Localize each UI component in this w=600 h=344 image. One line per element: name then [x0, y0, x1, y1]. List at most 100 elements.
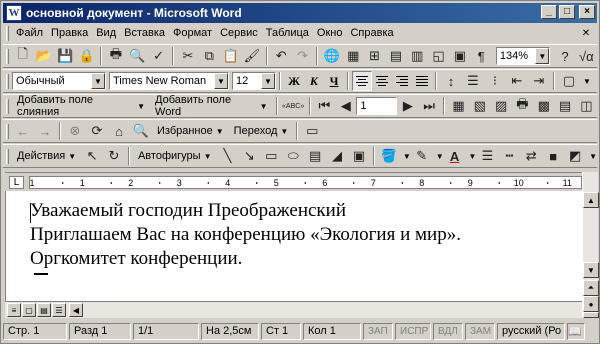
insert-table-icon[interactable]: ⊞ — [364, 45, 385, 67]
record-number-input[interactable]: 1 — [356, 97, 398, 115]
menu-edit[interactable]: Правка — [47, 25, 92, 42]
justify-icon[interactable] — [412, 71, 432, 91]
horizontal-scrollbar[interactable]: ≡ ▢ ▤ ☰ ◀ — [5, 301, 582, 318]
document-page[interactable]: Уважаемый господин Преображенский Пригла… — [5, 191, 582, 301]
print-preview-icon[interactable]: 🔍 — [127, 45, 148, 67]
zoom-combo[interactable]: 134% ▼ — [495, 47, 551, 65]
menu-view[interactable]: Вид — [92, 25, 120, 42]
chevron-down-icon[interactable]: ▼ — [469, 152, 477, 161]
document-line[interactable]: Приглашаем Вас на конференцию «Экология … — [30, 223, 461, 247]
chevron-down-icon[interactable]: ▼ — [589, 152, 597, 161]
menu-insert[interactable]: Вставка — [120, 25, 169, 42]
status-track-changes[interactable]: ИСПР — [395, 322, 431, 340]
font-size-combo[interactable]: 12 ▼ — [232, 72, 276, 90]
copy-icon[interactable]: ⧉ — [199, 45, 220, 67]
check-errors-icon[interactable]: ▧ — [469, 95, 490, 117]
toolbar-grip[interactable] — [6, 148, 9, 164]
outline-view-icon[interactable]: ☰ — [52, 303, 66, 317]
free-rotate-icon[interactable]: ↻ — [103, 145, 125, 167]
paste-icon[interactable]: 📋 — [220, 45, 241, 67]
align-right-icon[interactable] — [392, 71, 412, 91]
equation-icon[interactable]: √α — [576, 45, 597, 67]
menu-file[interactable]: Файл — [12, 25, 47, 42]
arrow-style-icon[interactable]: ⇄ — [520, 145, 542, 167]
merge-to-document-icon[interactable]: ▨ — [490, 95, 511, 117]
cut-icon[interactable]: ✂ — [177, 45, 198, 67]
rectangle-icon[interactable]: ▭ — [260, 145, 282, 167]
shadow-icon[interactable]: ■ — [542, 145, 564, 167]
edit-data-source-icon[interactable]: ◫ — [576, 95, 597, 117]
horizontal-ruler[interactable]: L 1 1 2 3 4 5 6 7 8 9 10 11 — [5, 172, 582, 191]
drawing-icon[interactable]: ◱ — [428, 45, 449, 67]
decrease-indent-icon[interactable]: ⇤ — [506, 70, 528, 92]
toolbar-grip[interactable] — [6, 98, 9, 114]
print-layout-icon[interactable]: ▤ — [37, 303, 51, 317]
menu-help[interactable]: Справка — [346, 25, 397, 42]
fill-color-icon[interactable]: 🪣 — [378, 145, 400, 167]
query-options-icon[interactable]: ▤ — [554, 95, 575, 117]
scroll-left-icon[interactable]: ◀ — [69, 303, 83, 317]
autoshapes-button[interactable]: Автофигуры ▼ — [133, 146, 217, 166]
open-folder-icon[interactable]: 📂 — [33, 45, 54, 67]
vertical-scrollbar[interactable]: ▲ ▼ ⏶ ● — [582, 172, 599, 318]
columns-icon[interactable]: ▥ — [407, 45, 428, 67]
previous-record-icon[interactable]: ◀ — [335, 95, 356, 117]
chevron-down-icon[interactable]: ▼ — [436, 152, 444, 161]
tables-borders-icon[interactable]: ▦ — [343, 45, 364, 67]
toolbar-grip[interactable] — [6, 48, 9, 64]
maximize-button[interactable]: □ — [559, 5, 575, 19]
menu-window[interactable]: Окно — [313, 25, 347, 42]
first-record-icon[interactable]: ⏮ — [314, 95, 335, 117]
document-line[interactable]: Уважаемый господин Преображенский — [30, 199, 461, 223]
mail-merge-helper-icon[interactable]: ▦ — [448, 95, 469, 117]
dash-style-icon[interactable]: ┅ — [498, 145, 520, 167]
normal-view-icon[interactable]: ≡ — [7, 303, 21, 317]
menubar-grip[interactable] — [6, 26, 9, 41]
chevron-down-icon[interactable]: ▼ — [403, 152, 411, 161]
text-box-icon[interactable]: ▤ — [304, 145, 326, 167]
increase-indent-icon[interactable]: ⇥ — [528, 70, 550, 92]
align-left-icon[interactable] — [352, 71, 372, 91]
new-document-icon[interactable]: 🗋 — [12, 45, 33, 67]
arrow-icon[interactable]: ↘ — [238, 145, 260, 167]
help-icon[interactable]: ? — [554, 45, 575, 67]
home-icon[interactable]: ⌂ — [108, 120, 130, 142]
show-hide-pilcrow-icon[interactable]: ¶ — [471, 45, 492, 67]
go-button[interactable]: Переход ▼ — [229, 121, 294, 141]
border-icon[interactable]: ▢ — [558, 70, 580, 92]
3d-icon[interactable]: ◩ — [564, 145, 586, 167]
line-style-icon[interactable]: ☰ — [476, 145, 498, 167]
menu-table[interactable]: Таблица — [262, 25, 313, 42]
line-spacing-icon[interactable]: ↕ — [440, 70, 462, 92]
next-page-icon[interactable] — [583, 312, 599, 318]
ruler-scale[interactable]: 1 1 2 3 4 5 6 7 8 9 10 11 — [29, 176, 582, 189]
document-body[interactable]: Уважаемый господин Преображенский Пригла… — [30, 199, 461, 271]
forward-arrow-icon[interactable]: → — [34, 120, 56, 142]
bold-button[interactable]: Ж — [284, 71, 304, 91]
bullets-icon[interactable]: ⁝ — [484, 70, 506, 92]
document-map-icon[interactable]: ▣ — [449, 45, 470, 67]
spelling-status-icon[interactable]: 📖 — [567, 322, 585, 340]
chevron-down-icon[interactable]: ▼ — [535, 48, 550, 64]
minimize-button[interactable]: _ — [541, 5, 557, 19]
document-line[interactable]: Оргкомитет конференции. — [30, 247, 461, 271]
previous-page-icon[interactable]: ⏶ — [583, 280, 599, 296]
select-objects-icon[interactable]: ↖ — [81, 145, 103, 167]
view-merged-data-icon[interactable]: «ABC» — [281, 95, 306, 117]
insert-excel-icon[interactable]: ▤ — [385, 45, 406, 67]
tab-stop-selector[interactable]: L — [9, 176, 24, 189]
actions-button[interactable]: Действия ▼ — [12, 146, 81, 166]
line-color-icon[interactable]: ✎ — [411, 145, 433, 167]
redo-icon[interactable]: ↷ — [292, 45, 313, 67]
word-app-icon[interactable]: W — [6, 5, 22, 21]
search-web-icon[interactable]: 🔍 — [130, 120, 152, 142]
permission-icon[interactable]: 🔒 — [76, 45, 97, 67]
oval-icon[interactable]: ⬭ — [282, 145, 304, 167]
merge-icon[interactable]: ▩ — [533, 95, 554, 117]
align-center-icon[interactable] — [372, 71, 392, 91]
clipart-icon[interactable]: ▣ — [348, 145, 370, 167]
status-record-macro[interactable]: ЗАП — [363, 322, 393, 340]
stop-icon[interactable]: ⊗ — [64, 120, 86, 142]
chevron-down-icon[interactable]: ▼ — [214, 73, 228, 89]
chevron-down-icon[interactable]: ▼ — [91, 73, 105, 89]
